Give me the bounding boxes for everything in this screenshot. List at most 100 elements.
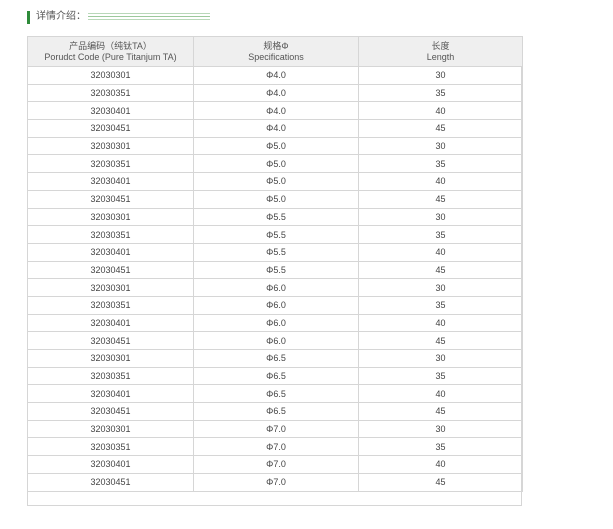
cell-length: 30 [358,207,523,227]
cell-product-code: 32030301 [27,278,194,297]
cell-product-code: 32030401 [27,455,194,474]
cell-specification: Φ6.5 [193,349,359,368]
cell-length: 35 [358,437,523,457]
cell-product-code: 32030451 [27,331,194,350]
cell-length: 35 [358,154,523,174]
cell-product-code: 32030351 [27,83,194,103]
table-row: 32030351 Φ6.0 35 [27,295,523,315]
cell-product-code: 32030301 [27,66,194,85]
cell-product-code: 32030451 [27,260,194,280]
table-row: 32030451 Φ6.5 45 [27,402,523,421]
cell-length: 45 [358,472,523,492]
table-row: 32030451 Φ7.0 45 [27,472,523,492]
table-row: 32030401 Φ5.0 40 [27,172,523,191]
cell-product-code: 32030401 [27,242,194,262]
cell-product-code: 32030301 [27,349,194,368]
header-specifications: 规格Φ Specifications [193,36,359,67]
cell-product-code: 32030451 [27,402,194,421]
table-header-row: 产品编码（纯钛TA） Porudct Code (Pure Titanjum T… [27,36,523,67]
cell-specification: Φ4.0 [193,66,359,85]
cell-specification: Φ7.0 [193,455,359,474]
cell-length: 40 [358,242,523,262]
cell-specification: Φ5.5 [193,225,359,244]
cell-product-code: 32030451 [27,189,194,209]
title-decoration [88,13,210,21]
table-row: 32030401 Φ7.0 40 [27,455,523,474]
cell-specification: Φ5.0 [193,136,359,156]
header-product-code: 产品编码（纯钛TA） Porudct Code (Pure Titanjum T… [27,36,194,67]
cell-length: 30 [358,278,523,297]
cell-length: 30 [358,66,523,85]
cell-specification: Φ5.0 [193,154,359,174]
accent-bar [27,10,30,24]
cell-product-code: 32030351 [27,154,194,174]
header-specifications-en: Specifications [248,51,304,62]
cell-specification: Φ5.0 [193,172,359,191]
cell-length: 45 [358,260,523,280]
table-row: 32030351 Φ7.0 35 [27,437,523,457]
cell-length: 45 [358,331,523,350]
section-title: 详情介绍： [36,11,86,22]
header-length-en: Length [426,51,455,62]
cell-product-code: 32030401 [27,101,194,121]
cell-product-code: 32030401 [27,313,194,333]
product-table-container: 产品编码（纯钛TA） Porudct Code (Pure Titanjum T… [27,36,523,506]
cell-product-code: 32030401 [27,384,194,404]
table-row: 32030401 Φ6.5 40 [27,384,523,404]
table-row: 32030301 Φ4.0 30 [27,66,523,85]
cell-specification: Φ6.0 [193,295,359,315]
table-row: 32030351 Φ6.5 35 [27,366,523,386]
cell-length: 35 [358,295,523,315]
cell-length: 45 [358,402,523,421]
table-row: 32030301 Φ6.5 30 [27,349,523,368]
table-row: 32030451 Φ5.5 45 [27,260,523,280]
cell-product-code: 32030401 [27,172,194,191]
table-row: 32030401 Φ6.0 40 [27,313,523,333]
header-length-cn: 长度 [431,40,450,51]
cell-length: 35 [358,225,523,244]
header-specifications-cn: 规格Φ [263,40,289,51]
cell-specification: Φ5.5 [193,260,359,280]
cell-product-code: 32030301 [27,136,194,156]
cell-specification: Φ4.0 [193,101,359,121]
cell-specification: Φ6.0 [193,278,359,297]
cell-specification: Φ6.5 [193,384,359,404]
cell-product-code: 32030301 [27,207,194,227]
table-row: 32030301 Φ7.0 30 [27,419,523,439]
table-row: 32030301 Φ6.0 30 [27,278,523,297]
cell-product-code: 32030451 [27,472,194,492]
product-spec-table: 产品编码（纯钛TA） Porudct Code (Pure Titanjum T… [27,36,523,492]
section-header: 详情介绍： [27,10,210,24]
table-row: 32030301 Φ5.0 30 [27,136,523,156]
table-row: 32030351 Φ4.0 35 [27,83,523,103]
cell-specification: Φ7.0 [193,472,359,492]
table-row: 32030301 Φ5.5 30 [27,207,523,227]
cell-length: 45 [358,189,523,209]
cell-product-code: 32030351 [27,295,194,315]
cell-specification: Φ5.5 [193,207,359,227]
cell-length: 40 [358,384,523,404]
cell-specification: Φ7.0 [193,419,359,439]
table-row: 32030401 Φ5.5 40 [27,242,523,262]
table-body: 32030301 Φ4.0 30 32030351 Φ4.0 35 32030401 Φ4.0… [27,66,523,492]
cell-length: 40 [358,313,523,333]
cell-length: 40 [358,172,523,191]
cell-length: 40 [358,455,523,474]
header-product-code-en: Porudct Code (Pure Titanjum TA) [44,51,177,62]
cell-product-code: 32030351 [27,225,194,244]
table-row: 32030401 Φ4.0 40 [27,101,523,121]
cell-specification: Φ7.0 [193,437,359,457]
cell-specification: Φ6.0 [193,313,359,333]
table-row: 32030351 Φ5.0 35 [27,154,523,174]
cell-length: 30 [358,136,523,156]
cell-product-code: 32030301 [27,419,194,439]
cell-length: 35 [358,366,523,386]
cell-specification: Φ5.0 [193,189,359,209]
cell-product-code: 32030451 [27,119,194,138]
cell-length: 30 [358,349,523,368]
table-row: 32030451 Φ5.0 45 [27,189,523,209]
cell-specification: Φ6.0 [193,331,359,350]
cell-specification: Φ6.5 [193,366,359,386]
cell-specification: Φ4.0 [193,119,359,138]
cell-product-code: 32030351 [27,366,194,386]
